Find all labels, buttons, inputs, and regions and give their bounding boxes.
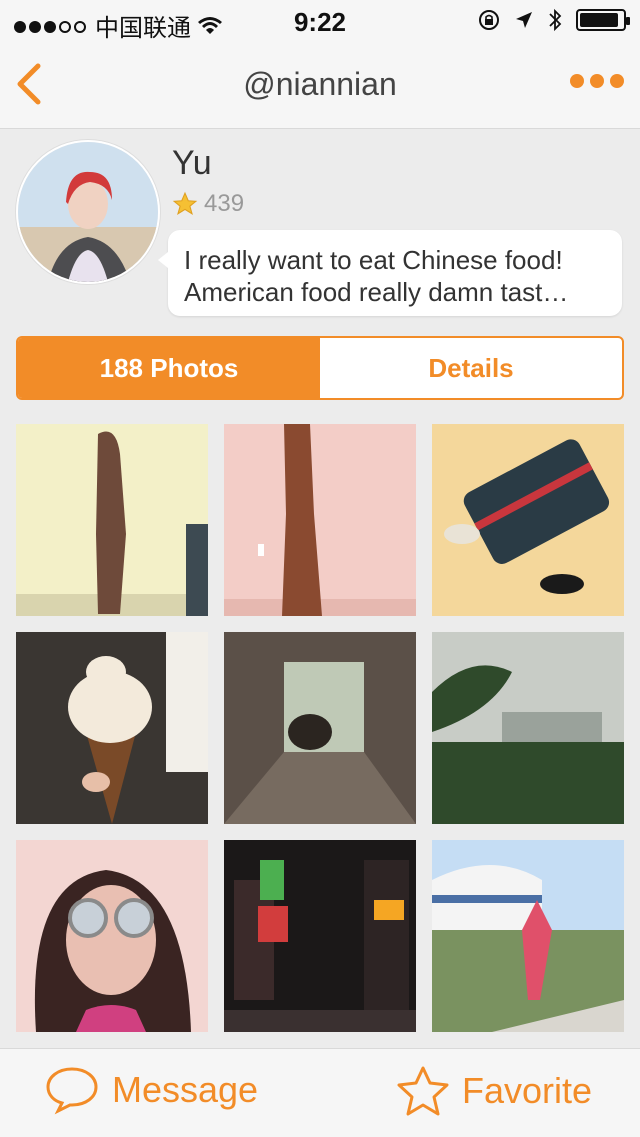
location-icon	[516, 12, 532, 28]
photo-thumbnail[interactable]	[224, 632, 416, 824]
photo-thumbnail[interactable]	[16, 424, 208, 616]
nav-bar: @niannian	[0, 40, 640, 129]
status-line-1: I really want to eat Chinese food!	[184, 245, 563, 275]
tab-details[interactable]: Details	[320, 338, 622, 398]
photo-thumbnail[interactable]	[224, 840, 416, 1032]
message-label: Message	[112, 1069, 259, 1110]
status-line-2: American food really damn tast…	[184, 277, 569, 307]
photo-thumbnail[interactable]	[16, 632, 208, 824]
photo-thumbnail[interactable]	[432, 424, 624, 616]
status-right	[478, 8, 630, 32]
star-icon	[172, 191, 198, 215]
photo-thumbnail[interactable]	[432, 840, 624, 1032]
status-bubble: I really want to eat Chinese food! Ameri…	[158, 230, 622, 316]
star-outline-icon	[397, 1066, 449, 1116]
favorite-button[interactable]: Favorite	[396, 1065, 592, 1117]
avatar[interactable]	[16, 140, 160, 284]
score-value: 439	[204, 190, 245, 217]
photo-thumbnail[interactable]	[432, 632, 624, 824]
battery-icon	[576, 9, 630, 31]
photo-thumbnail[interactable]	[224, 424, 416, 616]
profile-name: Yu	[172, 144, 212, 182]
segmented-tabs: 188 Photos Details	[16, 336, 624, 400]
bottom-bar: Message Favorite	[0, 1048, 640, 1137]
page-title: @niannian	[243, 66, 397, 102]
speech-bubble-icon	[46, 1067, 98, 1115]
more-dots-icon[interactable]	[570, 74, 624, 88]
message-button[interactable]: Message	[44, 1065, 258, 1115]
rotation-lock-icon	[479, 10, 499, 30]
status-bar: 中国联通 9:22	[0, 0, 640, 42]
bluetooth-icon	[549, 8, 562, 32]
favorite-label: Favorite	[461, 1070, 592, 1111]
profile-score: 439	[172, 190, 244, 218]
tab-photos[interactable]: 188 Photos	[18, 338, 320, 398]
photo-thumbnail[interactable]	[16, 840, 208, 1032]
